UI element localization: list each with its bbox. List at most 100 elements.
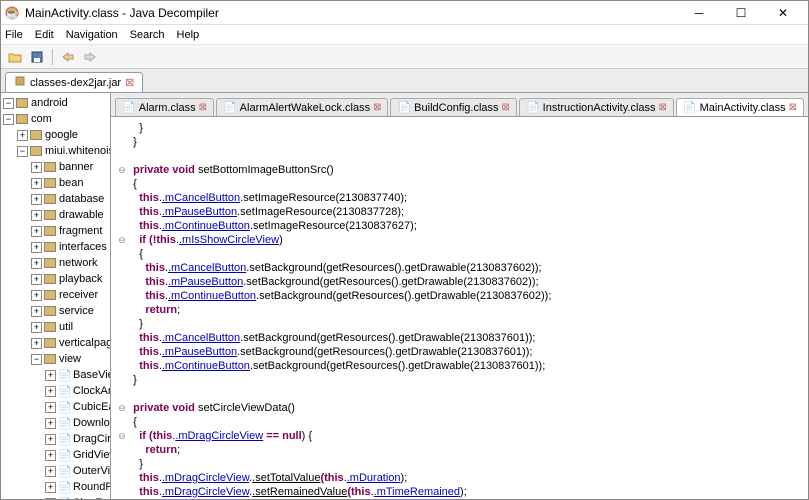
expand-icon[interactable]: + <box>45 370 56 381</box>
expand-icon[interactable]: + <box>31 210 42 221</box>
code-line: this..mCancelButton.setBackground(getRes… <box>117 331 808 345</box>
expand-icon[interactable]: − <box>17 146 28 157</box>
expand-icon[interactable]: + <box>31 242 42 253</box>
expand-icon[interactable]: − <box>3 114 14 125</box>
class-icon: 📄 <box>526 101 540 114</box>
expand-icon[interactable]: + <box>31 338 42 349</box>
tree-node[interactable]: fragment <box>59 225 102 237</box>
code-viewer[interactable]: } } ⊖ private void setBottomImageButtonS… <box>111 117 808 499</box>
tree-leaf[interactable]: SineEaseInInterpolator.class <box>73 497 111 499</box>
tree-leaf[interactable]: GridViewWithHeaderAndFooter. <box>73 449 111 461</box>
code-line <box>117 149 808 163</box>
tree-node[interactable]: receiver <box>59 289 98 301</box>
code-line: this..mContinueButton.setBackground(getR… <box>117 359 808 373</box>
menu-navigation[interactable]: Navigation <box>66 29 118 41</box>
expand-icon[interactable]: + <box>45 418 56 429</box>
expand-icon[interactable]: − <box>3 98 14 109</box>
expand-icon[interactable]: + <box>31 162 42 173</box>
tree-node[interactable]: banner <box>59 161 93 173</box>
code-line: ⊖ private void setCircleViewData() <box>117 401 808 415</box>
file-tab[interactable]: 📄BuildConfig.class⊠ <box>390 98 516 116</box>
class-icon: 📄 <box>58 386 70 396</box>
close-icon[interactable]: ⊠ <box>373 102 381 113</box>
expand-icon[interactable]: + <box>45 498 56 500</box>
tree-node[interactable]: playback <box>59 273 102 285</box>
close-icon[interactable]: ⊠ <box>789 102 797 113</box>
maximize-button[interactable]: ☐ <box>720 2 762 24</box>
expand-icon[interactable]: + <box>31 290 42 301</box>
toolbar <box>1 45 808 69</box>
tree-leaf[interactable]: OuterViewPager.class <box>73 465 111 477</box>
tree-node[interactable]: com <box>31 113 52 125</box>
expand-icon[interactable]: + <box>31 178 42 189</box>
tree-node[interactable]: interfaces <box>59 241 107 253</box>
expand-icon[interactable]: + <box>31 258 42 269</box>
close-icon[interactable]: ⊠ <box>659 102 667 113</box>
tree-node[interactable]: service <box>59 305 94 317</box>
forward-button[interactable] <box>80 48 100 66</box>
tree-leaf[interactable]: BaseViewPager.class <box>73 369 111 381</box>
tree-leaf[interactable]: RoundProgressBar.class <box>73 481 111 493</box>
close-icon[interactable]: ⊠ <box>502 102 510 113</box>
expand-icon[interactable]: − <box>31 354 42 365</box>
expand-icon[interactable]: + <box>45 434 56 445</box>
code-line: this..mPauseButton.setBackground(getReso… <box>117 275 808 289</box>
tree-node[interactable]: verticalpager <box>59 337 111 349</box>
tree-leaf[interactable]: CubicEaseOutInterpolator.cla <box>73 401 111 413</box>
expand-icon[interactable]: + <box>45 386 56 397</box>
menu-file[interactable]: File <box>5 29 23 41</box>
tree-node[interactable]: drawable <box>59 209 104 221</box>
expand-icon[interactable]: + <box>45 482 56 493</box>
titlebar: ☕ MainActivity.class - Java Decompiler ─… <box>1 1 808 25</box>
class-icon: 📄 <box>58 434 70 444</box>
tree-leaf[interactable]: ClockAnimations.class <box>73 385 111 397</box>
file-tab[interactable]: 📄AlarmAlertWakeLock.class⊠ <box>216 98 389 116</box>
jar-tab[interactable]: classes-dex2jar.jar ⊠ <box>5 72 143 92</box>
code-line: ⊖ if (this..mDragCircleView == null) { <box>117 429 808 443</box>
expand-icon[interactable]: + <box>45 450 56 461</box>
close-icon[interactable]: ⊠ <box>199 102 207 113</box>
tree-node[interactable]: util <box>59 321 73 333</box>
expand-icon[interactable]: + <box>31 226 42 237</box>
tree-node[interactable]: miui.whitenoise <box>45 145 111 157</box>
close-icon[interactable]: ⊠ <box>125 76 134 89</box>
code-line: ⊖ private void setBottomImageButtonSrc() <box>117 163 808 177</box>
save-button[interactable] <box>27 48 47 66</box>
expand-icon[interactable]: + <box>45 466 56 477</box>
class-icon: 📄 <box>58 498 70 499</box>
menu-edit[interactable]: Edit <box>35 29 54 41</box>
expand-icon[interactable]: + <box>31 274 42 285</box>
expand-icon[interactable]: + <box>31 322 42 333</box>
package-icon <box>44 354 56 364</box>
svg-text:☕: ☕ <box>5 6 19 20</box>
class-icon: 📄 <box>58 402 70 412</box>
jar-tabs: classes-dex2jar.jar ⊠ <box>1 69 808 93</box>
package-icon <box>44 178 56 188</box>
tree-node[interactable]: database <box>59 193 104 205</box>
menu-help[interactable]: Help <box>177 29 200 41</box>
file-tab[interactable]: 📄InstructionActivity.class⊠ <box>519 98 674 116</box>
tree-node[interactable]: google <box>45 129 78 141</box>
file-tabs: 📄Alarm.class⊠ 📄AlarmAlertWakeLock.class⊠… <box>111 93 808 117</box>
tree-leaf[interactable]: DownloadDialog.class <box>73 417 111 429</box>
tree-node[interactable]: view <box>59 353 81 365</box>
menu-search[interactable]: Search <box>130 29 165 41</box>
tree-node[interactable]: android <box>31 97 68 109</box>
expand-icon[interactable]: + <box>31 194 42 205</box>
package-tree[interactable]: − android − com + google − miui.whitenoise +… <box>1 93 111 499</box>
package-icon <box>44 258 56 268</box>
file-tab-active[interactable]: 📄MainActivity.class⊠ <box>676 98 804 116</box>
tree-leaf[interactable]: DragCircleView.class <box>73 433 111 445</box>
minimize-button[interactable]: ─ <box>678 2 720 24</box>
expand-icon[interactable]: + <box>31 306 42 317</box>
code-line: return; <box>117 303 808 317</box>
close-button[interactable]: ✕ <box>762 2 804 24</box>
expand-icon[interactable]: + <box>45 402 56 413</box>
class-icon: 📄 <box>58 466 70 476</box>
open-button[interactable] <box>5 48 25 66</box>
code-line: this..mDragCircleView..setTotalValue(thi… <box>117 471 808 485</box>
tree-node[interactable]: network <box>59 257 98 269</box>
back-button[interactable] <box>58 48 78 66</box>
tree-node[interactable]: bean <box>59 177 83 189</box>
expand-icon[interactable]: + <box>17 130 28 141</box>
